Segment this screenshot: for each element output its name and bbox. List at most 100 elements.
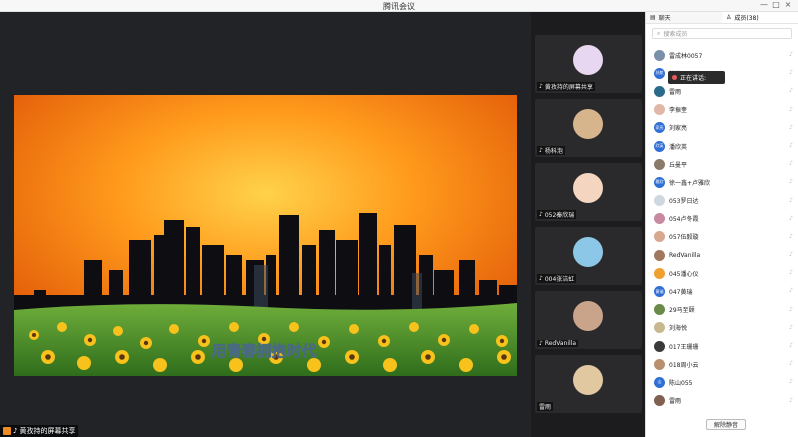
member-name: 057伍毅璇: [669, 234, 699, 242]
member-name: RedVanilla: [669, 251, 701, 259]
panel-tabs: ▤ 聊天 ♙ 成员(38): [646, 12, 798, 24]
mic-muted-icon[interactable]: ♪: [789, 142, 793, 149]
mic-muted-icon[interactable]: ♪: [789, 306, 793, 313]
minimize-button[interactable]: —: [758, 0, 770, 9]
avatar: [654, 195, 665, 207]
mic-icon: [672, 75, 677, 80]
tab-chat[interactable]: ▤ 聊天: [646, 12, 722, 23]
close-button[interactable]: ×: [782, 0, 794, 9]
mic-muted-icon[interactable]: ♪: [789, 87, 793, 94]
tile-name: ♪ 黄孜持的屏幕共享: [537, 82, 595, 91]
member-row[interactable]: 053罗日达 ♪: [646, 192, 798, 210]
mic-muted-icon[interactable]: ♪: [789, 51, 793, 58]
mic-muted-icon[interactable]: ♪: [789, 269, 793, 276]
member-row[interactable]: 雷雨 ♪: [646, 82, 798, 100]
member-row[interactable]: 017王珊珊 ♪: [646, 337, 798, 355]
member-row[interactable]: 29马至颐 ♪: [646, 301, 798, 319]
avatar: [573, 109, 603, 139]
member-row[interactable]: 家亮 刘家亮 ♪: [646, 119, 798, 137]
mic-icon: ♪: [539, 147, 543, 154]
member-row[interactable]: 黄瑞 047黄瑞 ♪: [646, 282, 798, 300]
mic-muted-icon[interactable]: ♪: [789, 324, 793, 331]
member-row[interactable]: 018周小云 ♪: [646, 355, 798, 373]
avatar: 黄瑞: [654, 286, 665, 298]
search-icon: ⌕: [657, 29, 661, 37]
mic-muted-icon[interactable]: ♪: [789, 106, 793, 113]
member-row[interactable]: 丘曼平 ♪: [646, 155, 798, 173]
avatar: [573, 45, 603, 75]
avatar: 雅欣: [654, 176, 665, 188]
mic-muted-icon[interactable]: ♪: [789, 197, 793, 204]
member-name: 雷雨: [669, 398, 682, 406]
avatar: [654, 231, 665, 243]
window-controls: — □ ×: [758, 0, 794, 9]
unmute-all-button[interactable]: 解除静音: [706, 419, 746, 430]
mic-icon: ♪: [13, 427, 18, 435]
member-row[interactable]: 李振奎 ♪: [646, 101, 798, 119]
member-name: 018周小云: [669, 361, 699, 369]
tile-name: ♪ 杨科泡: [537, 146, 565, 155]
mic-muted-icon[interactable]: ♪: [789, 342, 793, 349]
video-tile[interactable]: ♪ 杨科泡: [535, 99, 642, 157]
mic-muted-icon[interactable]: ♪: [789, 378, 793, 385]
member-row[interactable]: 山陈山055 ♪: [646, 373, 798, 391]
mic-muted-icon[interactable]: ♪: [789, 178, 793, 185]
maximize-button[interactable]: □: [770, 0, 782, 9]
member-search-input[interactable]: ⌕ 搜索成员: [652, 28, 792, 39]
window-title: 腾讯会议: [383, 2, 415, 11]
member-name: 刘家亮: [669, 125, 688, 133]
mic-muted-icon[interactable]: ♪: [789, 251, 793, 258]
mic-muted-icon[interactable]: ♪: [789, 360, 793, 367]
tile-name: ♪ RedVanilla: [537, 340, 579, 347]
shared-image: 用青春拥抱时代: [14, 95, 517, 376]
mic-icon: ♪: [539, 340, 543, 347]
avatar: [654, 85, 665, 97]
avatar: [654, 304, 665, 316]
member-name: 054卢冬霞: [669, 216, 699, 224]
member-name: 29马至颐: [669, 307, 695, 315]
video-tile[interactable]: ♪ 052秦欣瑞: [535, 163, 642, 221]
member-row[interactable]: 054卢冬霞 ♪: [646, 210, 798, 228]
member-row[interactable]: 刘海悦 ♪: [646, 319, 798, 337]
mic-muted-icon[interactable]: ♪: [789, 160, 793, 167]
avatar: 扶航: [654, 67, 665, 79]
mic-muted-icon[interactable]: ♪: [789, 124, 793, 131]
member-name: 053罗日达: [669, 198, 699, 206]
shared-screen[interactable]: 用青春拥抱时代: [14, 95, 517, 376]
avatar: [654, 213, 665, 225]
video-tile[interactable]: ♪ RedVanilla: [535, 291, 642, 349]
mic-muted-icon[interactable]: ♪: [789, 233, 793, 240]
mic-muted-icon[interactable]: ♪: [789, 287, 793, 294]
sharer-label: ♪ 黄孜持的屏幕共享: [0, 425, 79, 437]
tab-members[interactable]: ♙ 成员(38): [722, 12, 798, 23]
avatar: [654, 104, 665, 116]
member-row[interactable]: 045潘心仪 ♪: [646, 264, 798, 282]
member-name: 雷雨: [669, 88, 682, 96]
avatar: [654, 249, 665, 261]
video-tile[interactable]: 雷雨: [535, 355, 642, 413]
avatar: [654, 49, 665, 61]
avatar: [573, 365, 603, 395]
avatar: [654, 267, 665, 279]
banner-text: 用青春拥抱时代: [211, 342, 316, 360]
tile-name: ♪ 052秦欣瑞: [537, 210, 577, 219]
member-row[interactable]: 057伍毅璇 ♪: [646, 228, 798, 246]
video-tile[interactable]: ♪ 黄孜持的屏幕共享: [535, 35, 642, 93]
member-row[interactable]: RedVanilla ♪: [646, 246, 798, 264]
video-strip: ♪ 黄孜持的屏幕共享 ♪ 杨科泡 ♪ 052秦欣瑞 ♪ 004张洁虹 ♪ RedVanil…: [531, 12, 645, 437]
member-row[interactable]: 欣英 潘欣英 ♪: [646, 137, 798, 155]
sharer-name: 黄孜持的屏幕共享: [19, 427, 76, 435]
mic-muted-icon[interactable]: ♪: [789, 215, 793, 222]
share-icon: [3, 427, 11, 435]
video-tile[interactable]: ♪ 004张洁虹: [535, 227, 642, 285]
mic-icon: ♪: [539, 211, 543, 218]
member-row[interactable]: 雷成林0057 ♪: [646, 46, 798, 64]
mic-muted-icon[interactable]: ♪: [789, 397, 793, 404]
member-row[interactable]: 雅欣 徐一鑫+卢雅欣 ♪: [646, 173, 798, 191]
avatar: [573, 173, 603, 203]
avatar: [654, 158, 665, 170]
mic-icon: ♪: [539, 275, 543, 282]
member-list: 雷成林0057♪扶航扶航♪雷雨♪李振奎♪家亮刘家亮♪欣英潘欣英♪丘曼平♪雅欣徐一…: [646, 46, 798, 410]
member-row[interactable]: 雷雨 ♪: [646, 392, 798, 410]
mic-muted-icon[interactable]: ♪: [789, 69, 793, 76]
